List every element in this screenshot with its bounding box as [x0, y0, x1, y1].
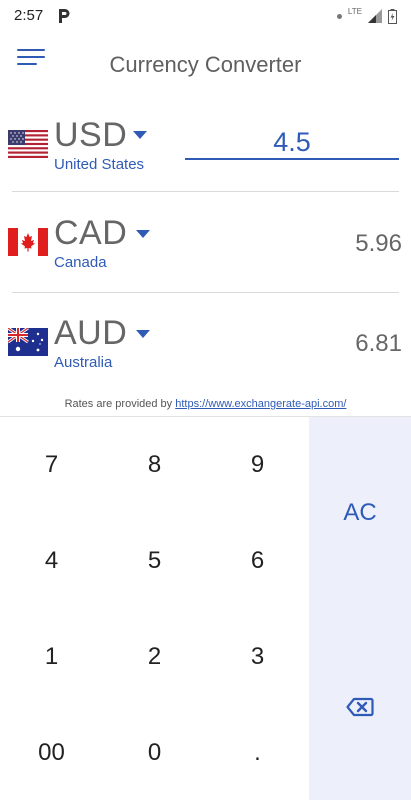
battery-icon [388, 8, 397, 24]
key-9[interactable]: 9 [206, 417, 309, 513]
status-time: 2:57 [14, 7, 44, 24]
keypad: 7 8 9 4 5 6 1 2 3 00 0 . AC [0, 416, 411, 800]
key-0[interactable]: 0 [103, 705, 206, 800]
network-type: LTE [347, 6, 362, 16]
backspace-icon [346, 697, 374, 717]
rates-note-text: Rates are provided by [64, 398, 176, 410]
dropdown-caret-icon[interactable] [136, 330, 150, 338]
status-icons: LTE [336, 6, 397, 26]
converted-amount-cad[interactable]: 5.96 [355, 230, 402, 258]
key-00[interactable]: 00 [0, 705, 103, 800]
signal-icon [368, 9, 382, 23]
us-flag-icon [8, 130, 48, 158]
key-6[interactable]: 6 [206, 513, 309, 609]
dropdown-caret-icon[interactable] [136, 230, 150, 238]
parking-icon [59, 9, 70, 23]
key-1[interactable]: 1 [0, 609, 103, 705]
australia-flag-icon [8, 328, 48, 356]
rates-source-link[interactable]: https://www.exchangerate-api.com/ [175, 398, 346, 410]
currency-country-cad: Canada [54, 254, 107, 271]
currency-row-usd: USD United States [0, 110, 411, 210]
page-title: Currency Converter [109, 52, 302, 77]
currency-code-cad[interactable]: CAD [54, 214, 127, 253]
key-7[interactable]: 7 [0, 417, 103, 513]
canada-flag-icon [8, 228, 48, 256]
converted-amount-aud[interactable]: 6.81 [355, 330, 402, 358]
currency-country-aud: Australia [54, 354, 113, 371]
key-8[interactable]: 8 [103, 417, 206, 513]
divider [12, 191, 399, 192]
key-4[interactable]: 4 [0, 513, 103, 609]
divider [12, 292, 399, 293]
dropdown-caret-icon[interactable] [133, 131, 147, 139]
currency-country-usd: United States [54, 156, 145, 173]
rates-note: Rates are provided by https://www.exchan… [0, 398, 411, 410]
status-bar: 2:57 LTE [0, 0, 411, 32]
currency-code-usd[interactable]: USD [54, 116, 127, 155]
key-decimal[interactable]: . [206, 705, 309, 800]
amount-input[interactable] [185, 126, 399, 160]
currency-code-aud[interactable]: AUD [54, 314, 127, 353]
key-3[interactable]: 3 [206, 609, 309, 705]
key-5[interactable]: 5 [103, 513, 206, 609]
currency-row-cad: CAD Canada 5.96 [0, 208, 411, 308]
currency-row-aud: AUD Australia 6.81 [0, 308, 411, 408]
clear-button[interactable]: AC [309, 465, 411, 561]
keypad-side-panel: AC [309, 417, 411, 800]
backspace-button[interactable] [309, 659, 411, 755]
notification-dot-icon [336, 13, 342, 19]
key-2[interactable]: 2 [103, 609, 206, 705]
